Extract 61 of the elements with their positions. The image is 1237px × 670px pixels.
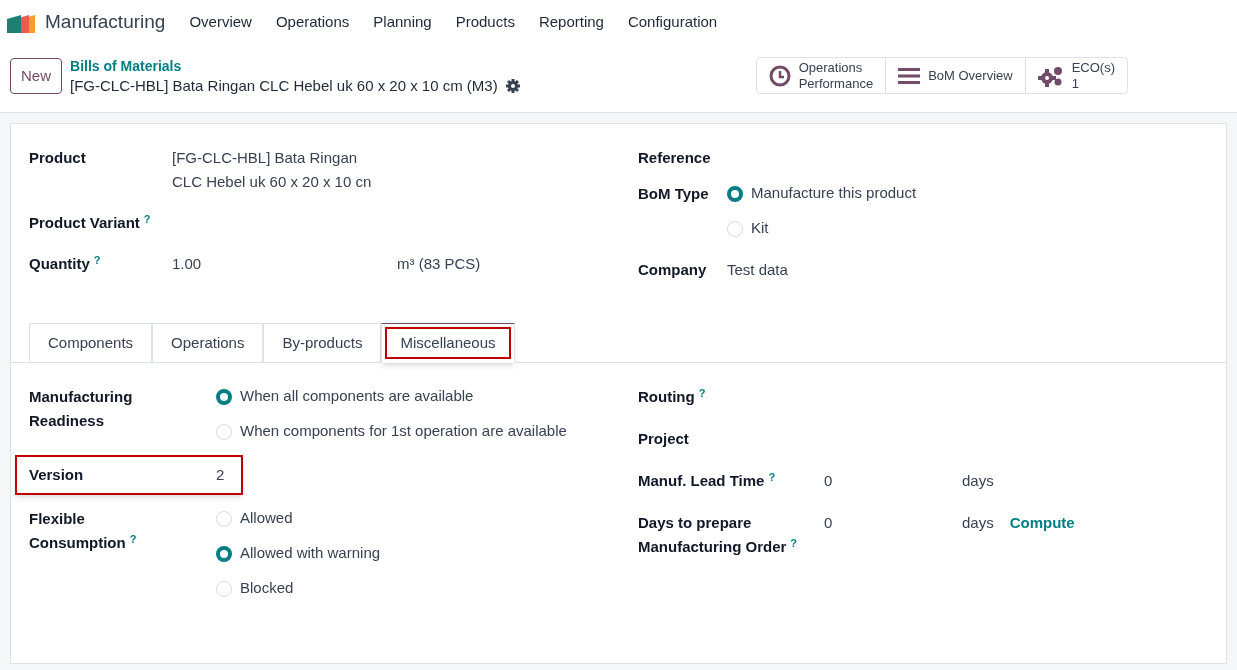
field-label: Manuf. Lead Time xyxy=(638,472,765,489)
app-title[interactable]: Manufacturing xyxy=(45,8,166,37)
menu-item[interactable]: Operations xyxy=(275,11,350,34)
tab[interactable]: Miscellaneous xyxy=(381,323,515,363)
radio-label: Allowed with warning xyxy=(240,543,381,564)
radio-button[interactable] xyxy=(727,185,743,202)
radio-label: Blocked xyxy=(240,578,294,599)
field-value[interactable]: 2 xyxy=(216,463,225,487)
stat-button[interactable]: ECO(s) 1 xyxy=(1024,58,1127,93)
settings-icon[interactable] xyxy=(505,78,520,93)
compute-link[interactable]: Compute xyxy=(1009,511,1075,535)
menu-icon xyxy=(898,66,921,85)
unit-label: days xyxy=(962,513,994,533)
stat-button[interactable]: BoM Overview xyxy=(885,58,1025,93)
radio-label: Allowed xyxy=(240,508,293,529)
tab[interactable]: Operations xyxy=(152,323,264,363)
app-logo-icon xyxy=(7,12,37,33)
menu-item[interactable]: Products xyxy=(455,11,515,34)
help-tooltip-mark[interactable]: ? xyxy=(129,532,137,545)
field-label: Days to prepare Manufacturing Order xyxy=(638,514,787,555)
record-title: [FG-CLC-HBL] Bata Ringan CLC Hebel uk 60 x 20 x 10 cm (M3) xyxy=(70,76,498,95)
radio-button[interactable] xyxy=(216,388,232,405)
menu-item[interactable]: Overview xyxy=(189,11,252,34)
field-label: Product Variant xyxy=(29,214,140,231)
menu-item[interactable]: Configuration xyxy=(627,11,718,34)
unit-label: days xyxy=(962,471,994,491)
field-value[interactable]: 1.00 xyxy=(172,252,389,276)
tab[interactable]: By-products xyxy=(263,323,382,363)
radio-label: When all components are available xyxy=(240,386,474,407)
field-value[interactable]: 0 xyxy=(824,511,954,535)
field-label: Company xyxy=(638,261,707,278)
field-label: Manufacturing Readiness xyxy=(29,388,133,429)
radio-label: Kit xyxy=(751,218,769,239)
clock-icon xyxy=(768,64,791,87)
field-label: BoM Type xyxy=(638,185,709,202)
help-tooltip-mark[interactable]: ? xyxy=(143,212,151,225)
help-tooltip-mark[interactable]: ? xyxy=(768,470,776,483)
radio-label: When components for 1st operation are available xyxy=(240,421,567,442)
help-tooltip-mark[interactable]: ? xyxy=(93,253,101,266)
field-label: Routing xyxy=(638,388,695,405)
field-label: Flexible Consumption xyxy=(29,510,126,551)
field-label: Quantity xyxy=(29,255,90,272)
field-label: Version xyxy=(29,466,84,483)
new-button[interactable]: New xyxy=(10,58,62,94)
field-value[interactable]: 0 xyxy=(824,469,954,493)
field-label: Product xyxy=(29,149,86,166)
menu-item[interactable]: Planning xyxy=(373,11,432,34)
field-value[interactable]: Test data xyxy=(727,258,788,282)
field-value[interactable]: [FG-CLC-HBL] Bata Ringan CLC Hebel uk 60 x 20 x 10 cn xyxy=(172,146,389,194)
radio-button[interactable] xyxy=(216,545,232,562)
stat-button[interactable]: Operations Performance xyxy=(756,58,886,93)
unit-label: m³ (83 PCS) xyxy=(397,254,481,274)
help-tooltip-mark[interactable]: ? xyxy=(698,386,706,399)
field-label: Reference xyxy=(638,149,711,166)
field-label: Project xyxy=(638,430,689,447)
breadcrumb-link[interactable]: Bills of Materials xyxy=(70,57,520,76)
help-tooltip-mark[interactable]: ? xyxy=(790,536,798,549)
tab[interactable]: Components xyxy=(29,323,153,363)
menu-item[interactable]: Reporting xyxy=(538,11,604,34)
gears-icon xyxy=(1037,64,1064,87)
radio-label: Manufacture this product xyxy=(751,183,917,204)
